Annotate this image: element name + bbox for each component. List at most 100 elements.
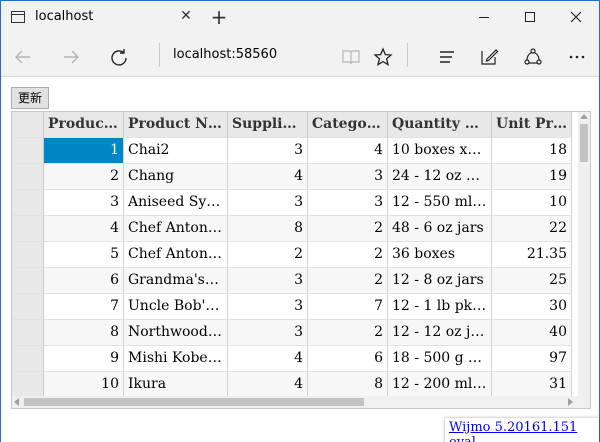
row-header[interactable] xyxy=(12,216,44,242)
grid-cell[interactable]: 4 xyxy=(44,216,124,242)
horizontal-scroll-thumb[interactable] xyxy=(24,398,364,406)
column-header[interactable]: Product… xyxy=(44,112,124,138)
close-window-button[interactable] xyxy=(553,1,599,33)
grid-cell[interactable]: 8 xyxy=(228,216,308,242)
table-row[interactable]: 7 Uncle Bob's… 3 7 12 - 1 lb pkgs. 30 xyxy=(12,294,572,320)
grid-cell[interactable]: 18 - 500 g p… xyxy=(388,346,492,372)
column-header[interactable]: Unit Price xyxy=(492,112,572,138)
row-header[interactable] xyxy=(12,164,44,190)
share-button[interactable] xyxy=(519,41,547,69)
row-header[interactable] xyxy=(12,190,44,216)
grid-cell[interactable]: 24 - 12 oz b… xyxy=(388,164,492,190)
horizontal-scrollbar[interactable] xyxy=(12,396,578,408)
grid-cell[interactable]: Chef Anton'… xyxy=(124,216,228,242)
scroll-up-icon[interactable] xyxy=(580,114,588,119)
grid-cell[interactable]: Chef Anton'… xyxy=(124,242,228,268)
favorite-button[interactable] xyxy=(369,41,397,69)
grid-cell[interactable]: 1 xyxy=(44,138,124,164)
new-tab-button[interactable]: + xyxy=(208,6,230,28)
grid-cell[interactable]: 10 xyxy=(492,190,572,216)
grid-cell[interactable]: 30 xyxy=(492,294,572,320)
grid-cell[interactable]: 3 xyxy=(228,268,308,294)
table-row[interactable]: 1 Chai2 3 4 10 boxes x… 18 xyxy=(12,138,572,164)
grid-cell[interactable]: 21.35 xyxy=(492,242,572,268)
grid-cell[interactable]: 10 boxes x… xyxy=(388,138,492,164)
grid-cell[interactable]: Chang xyxy=(124,164,228,190)
grid-cell[interactable]: 9 xyxy=(44,346,124,372)
grid-cell[interactable]: 25 xyxy=(492,268,572,294)
row-header[interactable] xyxy=(12,320,44,346)
address-bar[interactable]: localhost:58560 xyxy=(173,47,277,62)
web-note-button[interactable] xyxy=(475,41,503,69)
grid-cell[interactable]: 3 xyxy=(44,190,124,216)
grid-cell[interactable]: Uncle Bob's… xyxy=(124,294,228,320)
grid-cell[interactable]: 12 - 200 ml… xyxy=(388,372,492,396)
row-header[interactable] xyxy=(12,372,44,396)
row-header[interactable] xyxy=(12,242,44,268)
grid-cell[interactable]: 7 xyxy=(44,294,124,320)
minimize-button[interactable] xyxy=(461,1,507,33)
grid-cell[interactable]: 2 xyxy=(308,216,388,242)
grid-cell[interactable]: 97 xyxy=(492,346,572,372)
grid-cell[interactable]: 18 xyxy=(492,138,572,164)
grid-cell[interactable]: Northwoods… xyxy=(124,320,228,346)
grid-cell[interactable]: 12 - 1 lb pkgs. xyxy=(388,294,492,320)
column-header[interactable]: Supplie… xyxy=(228,112,308,138)
grid-cell[interactable]: 4 xyxy=(308,138,388,164)
grid-cell[interactable]: Chai2 xyxy=(124,138,228,164)
grid-cell[interactable]: Mishi Kobe… xyxy=(124,346,228,372)
grid-cell[interactable]: 10 xyxy=(44,372,124,396)
row-header[interactable] xyxy=(12,346,44,372)
grid-cell[interactable]: Aniseed Syrup xyxy=(124,190,228,216)
grid-cell[interactable]: 12 - 8 oz jars xyxy=(388,268,492,294)
column-header[interactable]: Categor… xyxy=(308,112,388,138)
grid-cell[interactable]: 6 xyxy=(308,346,388,372)
table-row[interactable]: 6 Grandma's… 3 2 12 - 8 oz jars 25 xyxy=(12,268,572,294)
grid-cell[interactable]: Grandma's… xyxy=(124,268,228,294)
table-row[interactable]: 10 Ikura 4 8 12 - 200 ml… 31 xyxy=(12,372,572,396)
scroll-left-icon[interactable] xyxy=(14,398,19,406)
grid-cell[interactable]: 2 xyxy=(44,164,124,190)
row-header[interactable] xyxy=(12,268,44,294)
grid-cell[interactable]: 3 xyxy=(308,164,388,190)
grid-cell[interactable]: 8 xyxy=(308,372,388,396)
grid-cell[interactable]: 12 - 12 oz jars xyxy=(388,320,492,346)
grid-cell[interactable]: 40 xyxy=(492,320,572,346)
grid-cell[interactable]: 3 xyxy=(228,294,308,320)
grid-cell[interactable]: 5 xyxy=(44,242,124,268)
table-row[interactable]: 5 Chef Anton'… 2 2 36 boxes 21.35 xyxy=(12,242,572,268)
table-row[interactable]: 3 Aniseed Syrup 3 3 12 - 550 ml… 10 xyxy=(12,190,572,216)
grid-cell[interactable]: 36 boxes xyxy=(388,242,492,268)
refresh-button[interactable] xyxy=(105,41,133,69)
grid-cell[interactable]: 4 xyxy=(228,164,308,190)
grid-cell[interactable]: 2 xyxy=(228,242,308,268)
row-header[interactable] xyxy=(12,138,44,164)
wijmo-eval-link[interactable]: Wijmo 5.20161.151 eval xyxy=(445,418,599,442)
row-header[interactable] xyxy=(12,294,44,320)
grid-cell[interactable]: 6 xyxy=(44,268,124,294)
column-header[interactable]: Quantity P… xyxy=(388,112,492,138)
column-header[interactable]: Product Na… xyxy=(124,112,228,138)
grid-cell[interactable]: 7 xyxy=(308,294,388,320)
forward-button[interactable] xyxy=(57,41,85,69)
table-row[interactable]: 8 Northwoods… 3 2 12 - 12 oz jars 40 xyxy=(12,320,572,346)
grid-cell[interactable]: 8 xyxy=(44,320,124,346)
scroll-right-icon[interactable] xyxy=(568,398,573,406)
grid-cell[interactable]: 4 xyxy=(228,346,308,372)
maximize-button[interactable] xyxy=(507,1,553,33)
grid-cell[interactable]: 12 - 550 ml… xyxy=(388,190,492,216)
more-button[interactable] xyxy=(563,41,591,69)
table-row[interactable]: 4 Chef Anton'… 8 2 48 - 6 oz jars 22 xyxy=(12,216,572,242)
vertical-scroll-thumb[interactable] xyxy=(580,124,588,162)
hub-button[interactable] xyxy=(433,41,461,69)
grid-cell[interactable]: 19 xyxy=(492,164,572,190)
table-row[interactable]: 2 Chang 4 3 24 - 12 oz b… 19 xyxy=(12,164,572,190)
update-button[interactable]: 更新 xyxy=(11,87,50,109)
grid-cell[interactable]: 3 xyxy=(228,320,308,346)
grid-cell[interactable]: 2 xyxy=(308,320,388,346)
grid-cell[interactable]: 2 xyxy=(308,268,388,294)
grid-cell[interactable]: 3 xyxy=(228,190,308,216)
grid-cell[interactable]: 48 - 6 oz jars xyxy=(388,216,492,242)
reading-view-button[interactable] xyxy=(337,41,365,69)
back-button[interactable] xyxy=(9,41,37,69)
